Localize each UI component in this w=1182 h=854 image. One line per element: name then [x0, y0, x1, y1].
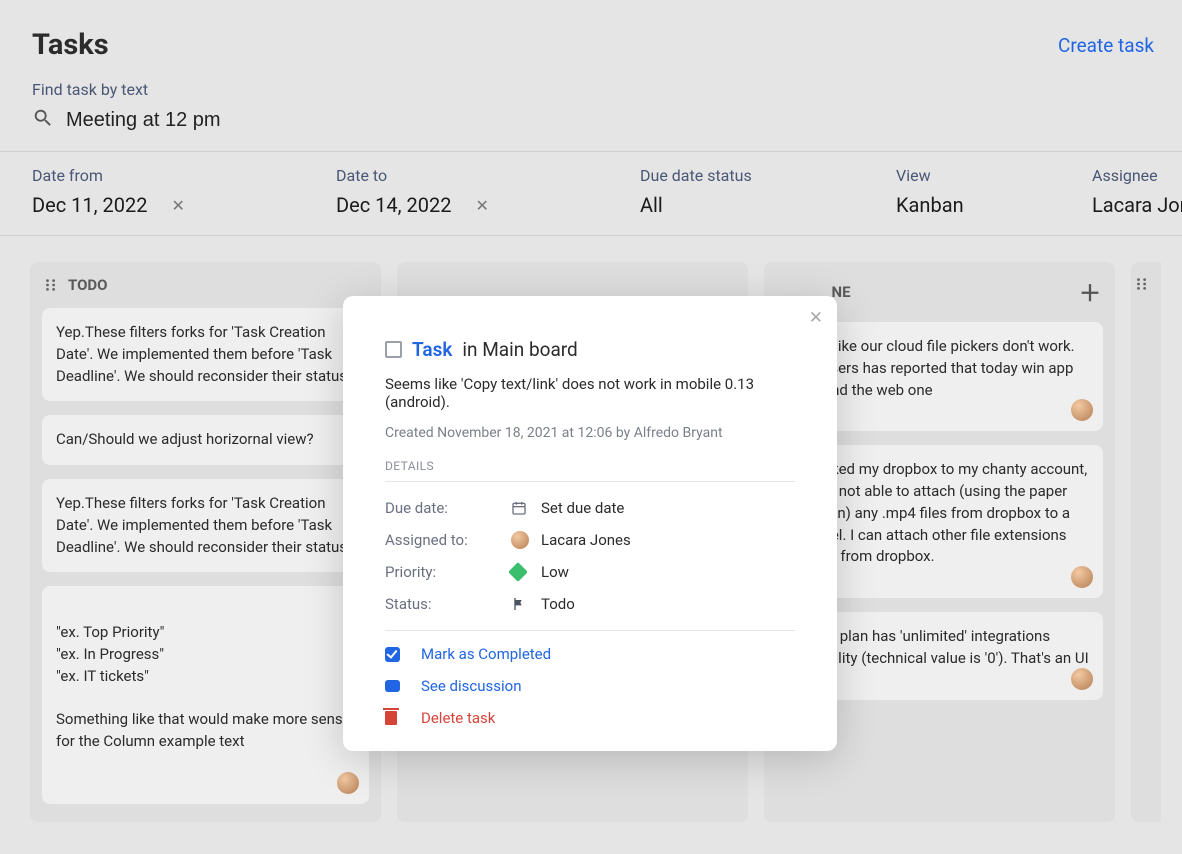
details-header: DETAILS: [385, 459, 795, 482]
task-card-text: Yep.These filters forks for 'Task Creati…: [56, 494, 351, 556]
priority-icon: [511, 565, 535, 579]
column-todo-title: TODO: [68, 276, 108, 294]
check-icon: [385, 647, 403, 662]
see-discussion-action[interactable]: See discussion: [385, 677, 795, 695]
detail-priority-label: Priority:: [385, 563, 511, 581]
filter-date-to[interactable]: Date to Dec 14, 2022 ✕: [336, 166, 574, 217]
assignee-avatar-icon: [511, 531, 535, 549]
task-card-text: Yep.These filters forks for 'Task Creati…: [56, 323, 351, 385]
assignee-avatar: [1071, 399, 1093, 421]
column-todo: TODO Yep.These filters forks for 'Task C…: [30, 262, 381, 822]
modal-title-row: Task in Main board: [385, 338, 795, 361]
assignee-avatar: [337, 772, 359, 794]
task-card[interactable]: "ex. Top Priority" "ex. In Progress" "ex…: [42, 586, 369, 804]
clear-date-from-icon[interactable]: ✕: [172, 196, 185, 215]
trash-icon: [385, 711, 403, 725]
filter-date-to-value: Dec 14, 2022: [336, 193, 452, 217]
detail-status-label: Status:: [385, 595, 511, 613]
detail-priority[interactable]: Priority: Low: [385, 556, 795, 588]
calendar-icon: [511, 500, 535, 516]
flag-icon: [511, 596, 535, 612]
task-complete-checkbox[interactable]: [385, 341, 402, 358]
page-header: Tasks Create task: [0, 0, 1182, 70]
task-card[interactable]: Yep.These filters forks for 'Task Creati…: [42, 308, 369, 401]
chat-icon: [385, 680, 403, 692]
filter-bar: Date from Dec 11, 2022 ✕ Date to Dec 14,…: [0, 151, 1182, 236]
detail-status[interactable]: Status: Todo: [385, 588, 795, 620]
column-todo-cards: Yep.These filters forks for 'Task Creati…: [30, 308, 381, 804]
detail-due-date-value: Set due date: [541, 499, 624, 517]
drag-handle-icon[interactable]: [44, 278, 58, 292]
filter-assignee[interactable]: Assignee Lacara Jones ✕: [1092, 166, 1182, 217]
mark-completed-label: Mark as Completed: [421, 645, 551, 663]
modal-actions: Mark as Completed See discussion Delete …: [385, 630, 795, 727]
task-description: Seems like 'Copy text/link' does not wor…: [385, 375, 795, 411]
filter-assignee-label: Assignee: [1092, 166, 1182, 185]
detail-assigned-label: Assigned to:: [385, 531, 511, 549]
column-peek: [1131, 262, 1161, 822]
column-todo-header: TODO: [30, 262, 381, 308]
see-discussion-label: See discussion: [421, 677, 521, 695]
filter-date-from[interactable]: Date from Dec 11, 2022 ✕: [32, 166, 270, 217]
filter-due-status[interactable]: Due date status All: [640, 166, 830, 217]
close-icon[interactable]: ✕: [809, 308, 823, 328]
detail-due-date[interactable]: Due date: Set due date: [385, 492, 795, 524]
page-title: Tasks: [32, 28, 109, 62]
detail-status-value: Todo: [541, 595, 575, 613]
clear-date-to-icon[interactable]: ✕: [476, 196, 489, 215]
task-detail-modal: ✕ Task in Main board Seems like 'Copy te…: [343, 296, 837, 751]
filter-date-from-value: Dec 11, 2022: [32, 193, 148, 217]
assignee-avatar: [1071, 668, 1093, 690]
filter-date-to-label: Date to: [336, 166, 574, 185]
column-middle-header: [397, 262, 748, 290]
search-block: Find task by text: [0, 70, 1182, 151]
task-created-meta: Created November 18, 2021 at 12:06 by Al…: [385, 425, 795, 441]
mark-completed-action[interactable]: Mark as Completed: [385, 645, 795, 663]
task-board-location: in Main board: [462, 338, 577, 361]
task-card-text: "ex. Top Priority" "ex. In Progress" "ex…: [56, 623, 351, 750]
search-icon: [32, 107, 54, 133]
search-input[interactable]: [66, 109, 466, 132]
filter-due-status-label: Due date status: [640, 166, 830, 185]
delete-task-label: Delete task: [421, 709, 495, 727]
create-task-link[interactable]: Create task: [1058, 34, 1154, 57]
filter-view[interactable]: View Kanban: [896, 166, 1026, 217]
assignee-avatar: [1071, 566, 1093, 588]
filter-view-value: Kanban: [896, 193, 964, 217]
search-row: [32, 107, 1150, 133]
task-card-text: Can/Should we adjust horizornal view?: [56, 430, 314, 448]
detail-assigned[interactable]: Assigned to: Lacara Jones: [385, 524, 795, 556]
filter-assignee-value: Lacara Jones: [1092, 193, 1182, 217]
delete-task-action[interactable]: Delete task: [385, 709, 795, 727]
tasks-page: Tasks Create task Find task by text Date…: [0, 0, 1182, 854]
add-card-button[interactable]: ＋: [1079, 276, 1101, 308]
task-card[interactable]: Yep.These filters forks for 'Task Creati…: [42, 479, 369, 572]
filter-due-status-value: All: [640, 193, 663, 217]
detail-assigned-value: Lacara Jones: [541, 531, 631, 549]
search-label: Find task by text: [32, 80, 1150, 99]
filter-view-label: View: [896, 166, 1026, 185]
detail-due-date-label: Due date:: [385, 499, 511, 517]
detail-priority-value: Low: [541, 563, 569, 581]
task-type-link[interactable]: Task: [412, 338, 452, 361]
drag-handle-icon[interactable]: [1135, 277, 1149, 291]
filter-date-from-label: Date from: [32, 166, 270, 185]
task-card[interactable]: Can/Should we adjust horizornal view?: [42, 415, 369, 465]
